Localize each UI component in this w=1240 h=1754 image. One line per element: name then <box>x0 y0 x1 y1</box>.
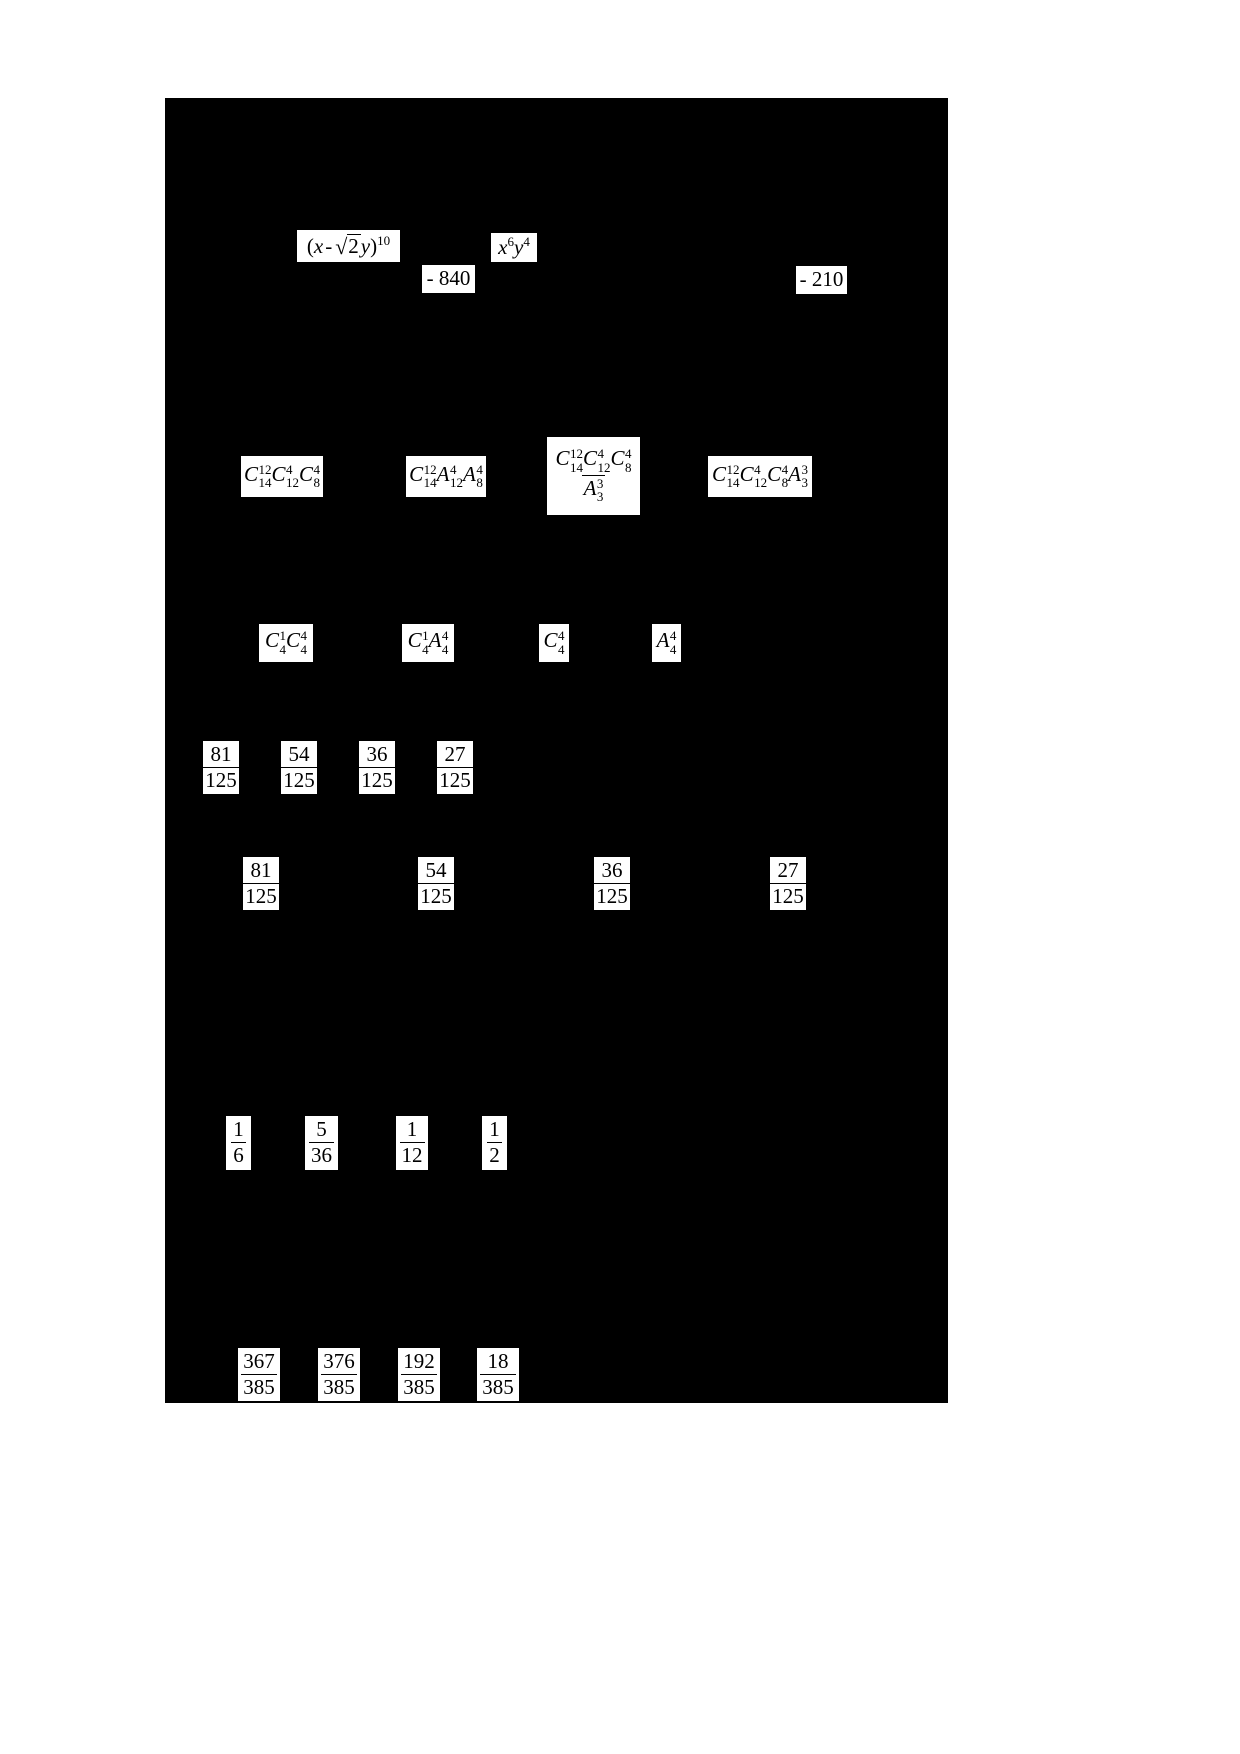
fraction-numerator: 376 <box>323 1348 355 1373</box>
fraction-tight-1: 81 125 <box>203 743 239 791</box>
fraction-denominator: 385 <box>321 1373 357 1399</box>
combinatorics-item-1-chip: C 12 14 C 4 12 C 4 8 <box>241 456 323 497</box>
fraction-denominator: 12 <box>399 1142 425 1167</box>
fraction-numerator: 18 <box>487 1348 509 1373</box>
fraction-385-4-chip: 18 385 <box>477 1348 519 1401</box>
combinatorics-item-3-fraction: C 12 14 C 4 12 C 4 8 A33 <box>553 447 633 503</box>
expr-exponent: 10 <box>377 232 391 248</box>
fraction-numerator: 5 <box>316 1117 327 1142</box>
small-combinatorics-item-2-expression: C14A44 <box>407 628 449 657</box>
binomial-answer-chip: - 210 <box>796 266 847 294</box>
fraction-denominator: 125 <box>418 882 454 908</box>
fraction-tight-3: 36 125 <box>359 743 395 791</box>
fraction-385-2: 376 385 <box>321 1350 357 1398</box>
combinatorics-item-3-numerator: C 12 14 C 4 12 C 4 8 <box>555 446 632 475</box>
fraction-denominator: 125 <box>770 882 806 908</box>
radical-sign: √ <box>335 233 348 259</box>
fraction-numerator: 54 <box>425 857 447 882</box>
fraction-denominator: 125 <box>359 766 395 792</box>
small-combinatorics-item-1-expression: C14C44 <box>264 628 308 657</box>
small-combinatorics-item-3-expression: C44 <box>543 628 565 657</box>
combinatorics-item-4-expression: C 12 14 C 4 12 C 4 8 A 3 3 <box>712 461 808 490</box>
fraction-385-2-chip: 376 385 <box>318 1348 360 1401</box>
fraction-spread-3-chip: 36 125 <box>594 857 630 910</box>
fraction-numerator: 36 <box>366 741 388 766</box>
fraction-numerator: 81 <box>210 741 232 766</box>
fraction-denominator: 125 <box>437 766 473 792</box>
fraction-spread-1: 81 125 <box>243 859 279 907</box>
fraction-numerator: 1 <box>406 1117 418 1142</box>
small-combinatorics-item-3-chip: C44 <box>539 624 569 662</box>
small-combinatorics-item-1-chip: C14C44 <box>259 624 313 662</box>
fraction-denominator: 2 <box>487 1142 502 1167</box>
small-combinatorics-item-4-chip: A44 <box>652 624 681 662</box>
fraction-dice-2: 5 36 <box>309 1118 334 1166</box>
fraction-385-4: 18 385 <box>480 1350 516 1398</box>
fraction-denominator: 125 <box>281 766 317 792</box>
fraction-denominator: 385 <box>480 1373 516 1399</box>
binomial-expression-chip: (x- √2y)10 <box>297 230 400 262</box>
fraction-dice-4: 1 2 <box>487 1118 502 1166</box>
sqrt-construct: √2 <box>334 233 361 259</box>
fraction-spread-4: 27 125 <box>770 859 806 907</box>
fraction-dice-3-chip: 1 12 <box>396 1116 428 1170</box>
fraction-numerator: 27 <box>444 741 466 766</box>
fraction-dice-3: 1 12 <box>399 1117 425 1167</box>
fraction-spread-3: 36 125 <box>594 859 630 907</box>
fraction-385-1-chip: 367 385 <box>238 1348 280 1401</box>
small-combinatorics-item-4-expression: A44 <box>656 628 677 657</box>
fraction-numerator: 367 <box>243 1348 275 1373</box>
fraction-tight-4-chip: 27 125 <box>437 741 473 794</box>
fraction-numerator: 36 <box>601 857 623 882</box>
radicand-value: 2 <box>347 233 361 258</box>
fraction-tight-2: 54 125 <box>281 743 317 791</box>
fraction-numerator: 1 <box>233 1117 244 1142</box>
fraction-numerator: 27 <box>777 857 799 882</box>
term-exponent-y: 4 <box>523 233 530 249</box>
fraction-dice-2-chip: 5 36 <box>305 1116 338 1170</box>
small-combinatorics-item-2-chip: C14A44 <box>402 624 454 662</box>
fraction-spread-1-chip: 81 125 <box>243 857 279 910</box>
fraction-numerator: 81 <box>250 857 272 882</box>
fraction-numerator: 54 <box>288 741 310 766</box>
combinatorics-item-3-chip: C 12 14 C 4 12 C 4 8 A33 <box>547 437 640 515</box>
expr-minus-sign: - <box>325 233 333 258</box>
fraction-385-3-chip: 192 385 <box>398 1348 440 1401</box>
fraction-denominator: 125 <box>243 882 279 908</box>
fraction-numerator: 1 <box>489 1117 500 1142</box>
fraction-tight-2-chip: 54 125 <box>281 741 317 794</box>
expr-variable-x: x <box>313 233 324 258</box>
fraction-385-1: 367 385 <box>241 1350 277 1398</box>
fraction-dice-1: 1 6 <box>231 1118 246 1166</box>
fraction-spread-4-chip: 27 125 <box>770 857 806 910</box>
expr-open-paren: ( <box>306 233 314 258</box>
binomial-coefficient-chip: - 840 <box>422 265 475 293</box>
fraction-dice-4-chip: 1 2 <box>482 1116 507 1170</box>
fraction-tight-3-chip: 36 125 <box>359 741 395 794</box>
fraction-dice-1-chip: 1 6 <box>226 1116 251 1170</box>
fraction-denominator: 6 <box>231 1142 246 1167</box>
fraction-tight-1-chip: 81 125 <box>203 741 239 794</box>
combinatorics-item-2-chip: C 12 14 A 4 12 A 4 8 <box>406 456 486 497</box>
combinatorics-item-1-expression: C 12 14 C 4 12 C 4 8 <box>243 461 321 490</box>
binomial-term-chip: x6y4 <box>491 233 537 262</box>
fraction-tight-4: 27 125 <box>437 743 473 791</box>
fraction-385-3: 192 385 <box>401 1350 437 1398</box>
fraction-denominator: 385 <box>241 1373 277 1399</box>
combinatorics-item-4-chip: C 12 14 C 4 12 C 4 8 A 3 3 <box>708 456 812 497</box>
combinatorics-item-3-denominator: A33 <box>581 475 606 505</box>
fraction-spread-2: 54 125 <box>418 859 454 907</box>
fraction-denominator: 385 <box>401 1373 437 1399</box>
fraction-denominator: 125 <box>594 882 630 908</box>
term-base-y: y <box>514 234 524 259</box>
combinatorics-item-2-expression: C 12 14 A 4 12 A 4 8 <box>409 461 483 490</box>
fraction-spread-2-chip: 54 125 <box>418 857 454 910</box>
fraction-numerator: 192 <box>403 1348 435 1373</box>
expr-variable-y: y <box>360 233 371 258</box>
fraction-denominator: 125 <box>203 766 239 792</box>
fraction-denominator: 36 <box>309 1142 334 1167</box>
